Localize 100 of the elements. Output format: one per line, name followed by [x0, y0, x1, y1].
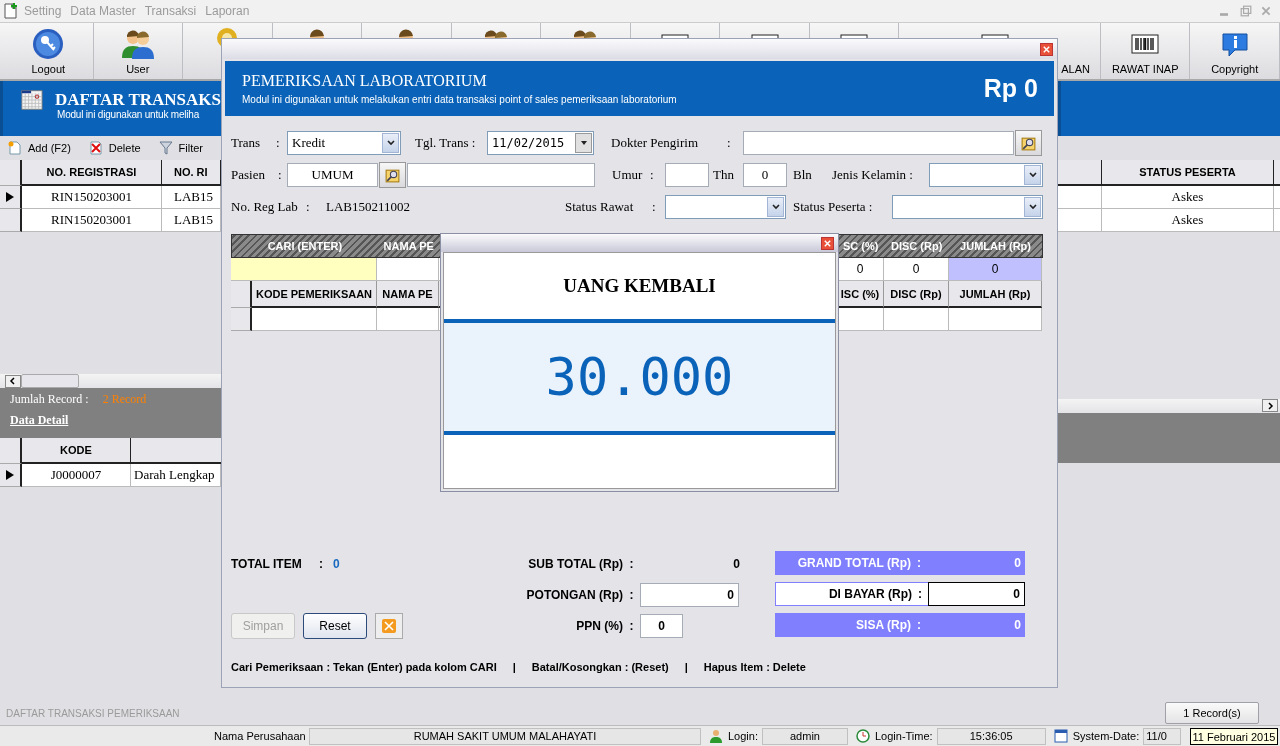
close-icon	[1260, 5, 1272, 17]
care-status-dropdown[interactable]	[665, 195, 786, 219]
dialog-subtitle: Modul ini digunakan untuk melakukan entri data transaksi point of sales pemeriksaan laboratorium	[242, 94, 677, 105]
member-status-dropdown[interactable]	[892, 195, 1043, 219]
form-button[interactable]: Reset	[303, 612, 367, 639]
delete-icon	[88, 141, 103, 155]
column-header[interactable]: ISC (%)	[837, 281, 884, 308]
date-picker[interactable]: 11/02/2015	[487, 131, 594, 155]
column-header[interactable]: SC (%)	[837, 235, 885, 257]
scroll-left-button[interactable]	[5, 374, 21, 388]
trans-dropdown[interactable]: Kredit	[287, 131, 401, 155]
colon: :	[319, 556, 324, 571]
change-value: 0	[1013, 618, 1022, 632]
scroll-right-button[interactable]	[1262, 399, 1278, 412]
toolbar-button[interactable]: Logout	[4, 23, 94, 79]
colon: :	[278, 167, 283, 183]
discount-field[interactable]: 0	[640, 582, 739, 607]
column-header[interactable]: KODE PEMERIKSAAN	[252, 281, 377, 308]
chevron-left-icon	[9, 377, 17, 385]
login-time-label: Login-Time:	[875, 730, 933, 742]
toolbar-action[interactable]: Add (F2)	[8, 141, 71, 155]
paid-field[interactable]: 0	[928, 582, 1025, 606]
toolbar-button[interactable]: Copyright	[1190, 23, 1280, 79]
change-label: SISA (Rp)	[855, 618, 911, 632]
colon: :	[628, 587, 635, 602]
shortcut-hint: Batal/Kosongkan : (Reset)	[531, 661, 669, 673]
date-tooltip: 11 Februari 2015	[1190, 728, 1278, 745]
calendar-icon	[21, 87, 43, 113]
column-header[interactable]: JUMLAH (Rp)	[949, 281, 1042, 308]
page-subtitle: Modul ini digunakan untuk meliha	[57, 109, 201, 120]
patient-name-field[interactable]	[407, 163, 595, 187]
field-label: No. Reg Lab	[231, 199, 299, 215]
users-icon	[121, 28, 154, 60]
gender-dropdown[interactable]	[929, 163, 1043, 187]
company-label: Nama Perusahaan	[214, 730, 305, 742]
column-header[interactable]: DISC (Rp)	[884, 235, 950, 257]
colon: :	[916, 618, 922, 632]
system-date-label: System-Date:	[1072, 730, 1140, 742]
toolbar-action[interactable]: Delete	[88, 141, 141, 155]
field-label: Bln	[793, 167, 813, 183]
row-header	[231, 308, 252, 331]
change-title: UANG KEMBALI	[563, 275, 716, 297]
table-cell	[884, 308, 949, 331]
total-item-value: 0	[333, 556, 340, 571]
colon: :	[276, 135, 281, 151]
record-count: 2 Record	[102, 392, 147, 407]
close-button[interactable]	[1040, 42, 1053, 56]
company-field: RUMAH SAKIT UMUM MALAHAYATI	[309, 727, 701, 745]
age-years-field[interactable]	[665, 163, 709, 187]
table-cell: RIN150203001	[22, 209, 162, 232]
total-amount: Rp 0	[983, 74, 1038, 103]
shortcut-hint: |	[684, 661, 688, 673]
record-count-button[interactable]: 1 Record(s)	[1165, 702, 1259, 724]
discount-label: POTONGAN (Rp)	[525, 587, 623, 602]
new-document-icon	[8, 141, 22, 155]
lookup-button[interactable]	[1015, 130, 1042, 156]
new-file-icon	[4, 3, 18, 19]
colon: :	[917, 587, 923, 601]
minimize-icon	[1220, 13, 1228, 16]
table-cell: 0	[837, 258, 884, 281]
table-cell	[377, 258, 439, 281]
table-cell: Askes	[1102, 209, 1274, 232]
patient-type-field[interactable]: UMUM	[287, 163, 378, 187]
colon: :	[306, 199, 311, 215]
toolbar-action[interactable]: Filter	[158, 141, 204, 155]
close-icon	[823, 238, 832, 248]
table-cell: 0	[884, 258, 949, 281]
toolbar-button[interactable]: RAWAT INAP	[1100, 23, 1191, 79]
age-months-field[interactable]: 0	[743, 163, 787, 187]
row-header[interactable]	[0, 209, 22, 232]
calendar-icon	[1053, 729, 1068, 743]
restore-icon	[1240, 5, 1252, 17]
lookup-button[interactable]	[379, 162, 406, 188]
table-cell	[837, 308, 884, 331]
grand-total-label: GRAND TOTAL (Rp)	[796, 556, 911, 570]
table-cell	[377, 308, 439, 331]
colon: :	[727, 135, 732, 151]
scrollbar-thumb[interactable]	[21, 374, 79, 388]
row-header[interactable]	[0, 464, 22, 487]
column-header[interactable]: DISC (Rp)	[884, 281, 949, 308]
doctor-field[interactable]	[743, 131, 1014, 155]
table-cell: 0	[949, 258, 1042, 281]
clock-icon	[856, 729, 870, 743]
login-field: admin	[762, 727, 848, 745]
login-label: Login:	[728, 730, 758, 742]
table-cell: J0000007	[22, 464, 131, 487]
search-input[interactable]	[231, 258, 377, 281]
toolbar-button[interactable]: User	[93, 23, 184, 79]
filter-icon	[158, 141, 173, 155]
close-button[interactable]	[821, 236, 834, 250]
field-label: Dokter Pengirim	[611, 135, 699, 151]
field-label: Pasien	[231, 167, 266, 183]
chevron-right-icon	[1266, 401, 1274, 410]
field-label: Tgl. Trans :	[415, 135, 477, 151]
colon: :	[916, 556, 922, 570]
data-detail-link[interactable]: Data Detail	[10, 413, 69, 428]
row-header[interactable]	[0, 186, 22, 209]
column-header[interactable]: NAMA PE	[377, 281, 439, 308]
ppn-field[interactable]: 0	[640, 613, 683, 638]
paid-label: DI BAYAR (Rp)	[827, 587, 912, 601]
